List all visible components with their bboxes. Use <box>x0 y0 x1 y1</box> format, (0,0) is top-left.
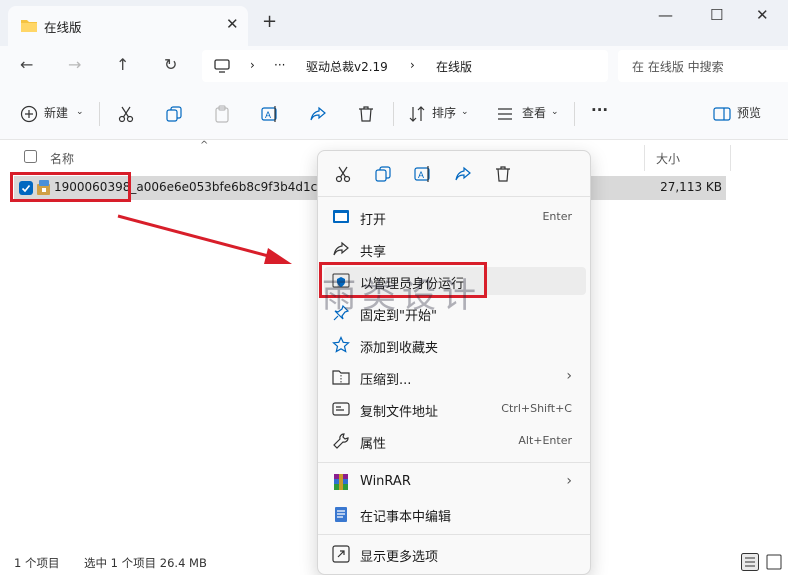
address-bar: ← → ↑ ↻ › ··· 驱动总裁v2.19 › 在线版 在 在线版 中搜索 <box>0 46 788 88</box>
preview-button[interactable]: 预览 <box>737 104 761 121</box>
more-options-button[interactable]: ··· <box>591 101 608 119</box>
command-bar: 新建 ⌄ A 排序 ⌄ 查看 ⌄ ··· 预览 <box>0 88 788 140</box>
share-icon <box>333 241 349 256</box>
column-separator <box>730 145 731 171</box>
menu-item-show-more-options[interactable]: 显示更多选项 <box>324 540 586 568</box>
preview-pane-icon[interactable] <box>713 105 731 123</box>
chevron-right-icon: › <box>566 368 572 384</box>
menu-item-compress-to[interactable]: 压缩到... › <box>324 363 586 391</box>
chevron-down-icon: ⌄ <box>551 107 559 117</box>
column-header-size[interactable]: 大小 <box>656 150 680 167</box>
breadcrumb-item[interactable]: 驱动总裁v2.19 <box>306 58 388 75</box>
winrar-icon <box>334 474 348 490</box>
menu-item-add-to-favorites[interactable]: 添加到收藏夹 <box>324 331 586 359</box>
context-menu: A 打开 Enter 共享 以管理员身份运行 固定到"开始" 添加到收藏夹 压缩… <box>317 150 591 575</box>
menu-item-copy-path[interactable]: 复制文件地址 Ctrl+Shift+C <box>324 395 586 423</box>
delete-icon[interactable] <box>357 105 375 123</box>
shortcut-label: Ctrl+Shift+C <box>501 402 572 415</box>
back-arrow-icon[interactable]: ← <box>20 55 33 74</box>
tab-current[interactable]: 在线版 ✕ <box>8 6 248 46</box>
divider <box>99 102 100 126</box>
address-field[interactable]: › ··· 驱动总裁v2.19 › 在线版 <box>202 50 608 82</box>
cut-icon[interactable] <box>334 165 352 183</box>
maximize-button[interactable]: ☐ <box>710 6 723 24</box>
menu-item-open[interactable]: 打开 Enter <box>324 203 586 231</box>
chevron-right-icon: › <box>566 473 572 489</box>
tab-title: 在线版 <box>44 20 82 35</box>
breadcrumb-separator: › <box>250 58 255 72</box>
sort-icon[interactable] <box>408 105 426 123</box>
close-window-button[interactable]: ✕ <box>756 6 769 24</box>
share-icon[interactable] <box>454 165 472 183</box>
minimize-button[interactable]: — <box>658 6 673 24</box>
rename-icon[interactable]: A <box>261 105 279 123</box>
file-size: 27,113 KB <box>660 180 722 194</box>
plus-circle-icon[interactable] <box>20 105 38 123</box>
star-icon <box>332 336 350 353</box>
selection-info: 选中 1 个项目 26.4 MB <box>84 556 207 570</box>
folder-icon <box>21 20 37 32</box>
computer-icon <box>214 59 230 73</box>
chevron-down-icon: ⌄ <box>76 107 84 117</box>
divider <box>574 102 575 126</box>
annotation-arrow-icon <box>117 214 292 264</box>
menu-item-share[interactable]: 共享 <box>324 235 586 263</box>
forward-arrow-icon[interactable]: → <box>68 55 81 74</box>
tiles-view-icon[interactable] <box>765 553 783 571</box>
copy-icon[interactable] <box>374 165 392 183</box>
refresh-icon[interactable]: ↻ <box>164 55 177 74</box>
view-button[interactable]: 查看 <box>522 104 546 121</box>
new-tab-button[interactable]: + <box>262 11 277 32</box>
new-button[interactable]: 新建 <box>44 104 68 121</box>
copy-icon[interactable] <box>165 105 183 123</box>
paste-icon[interactable] <box>213 105 231 123</box>
divider <box>318 462 590 463</box>
column-header-name[interactable]: 名称 <box>50 150 74 167</box>
column-separator <box>644 145 645 171</box>
chevron-down-icon: ⌄ <box>461 107 469 117</box>
breadcrumb-item[interactable]: 在线版 <box>436 58 472 75</box>
close-tab-button[interactable]: ✕ <box>226 15 239 33</box>
divider <box>318 534 590 535</box>
details-view-icon[interactable] <box>741 553 759 571</box>
divider <box>393 102 394 126</box>
zip-folder-icon <box>332 370 350 385</box>
sort-button[interactable]: 排序 <box>432 104 456 121</box>
breadcrumb-separator: › <box>410 58 415 72</box>
up-arrow-icon[interactable]: ↑ <box>116 55 129 74</box>
share-icon[interactable] <box>309 105 327 123</box>
context-quick-actions: A <box>318 151 590 197</box>
menu-item-winrar[interactable]: WinRAR › <box>324 468 586 496</box>
copy-path-icon <box>332 402 350 416</box>
delete-icon[interactable] <box>494 165 512 183</box>
highlight-box <box>10 172 131 202</box>
watermark: 雨类设计 <box>322 276 482 316</box>
shortcut-label: Alt+Enter <box>518 434 572 447</box>
expand-icon <box>332 545 350 563</box>
breadcrumb-more[interactable]: ··· <box>274 58 285 72</box>
svg-text:A: A <box>418 170 424 180</box>
open-window-icon <box>333 210 349 223</box>
select-all-checkbox[interactable] <box>24 150 37 163</box>
svg-text:A: A <box>265 110 271 120</box>
sort-ascending-icon: ^ <box>200 140 209 151</box>
notepad-icon <box>335 507 347 522</box>
item-count: 1 个项目 <box>14 556 60 570</box>
wrench-icon <box>333 433 349 449</box>
menu-item-properties[interactable]: 属性 Alt+Enter <box>324 427 586 455</box>
search-input[interactable]: 在 在线版 中搜索 <box>618 50 788 82</box>
menu-item-edit-in-notepad[interactable]: 在记事本中编辑 <box>324 500 586 528</box>
title-bar: 在线版 ✕ + — ☐ ✕ <box>0 0 788 46</box>
shortcut-label: Enter <box>542 210 572 223</box>
view-icon[interactable] <box>496 105 514 123</box>
cut-icon[interactable] <box>117 105 135 123</box>
rename-icon[interactable]: A <box>414 165 432 183</box>
